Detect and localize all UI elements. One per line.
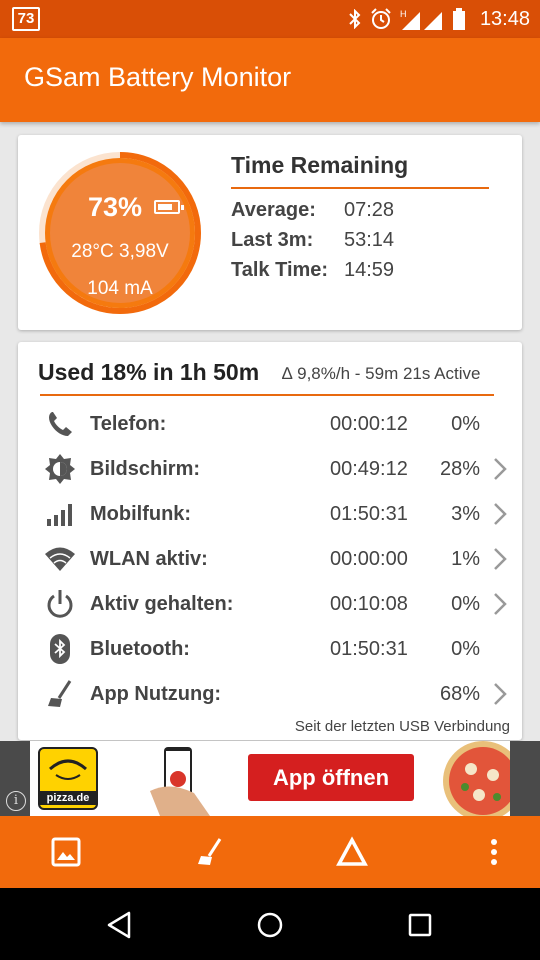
- usage-row-app-nutzung[interactable]: App Nutzung: 68%: [18, 674, 522, 714]
- ad-banner[interactable]: i pizza.de App öffnen: [0, 741, 540, 816]
- signal-icon: H: [400, 9, 442, 30]
- cell-signal-icon: [47, 504, 72, 526]
- usage-row-bildschirm[interactable]: Bildschirm: 00:49:12 28%: [18, 449, 522, 489]
- usage-rate: ∆ 9,8%/h - 59m 21s Active: [282, 364, 481, 383]
- image-icon[interactable]: [50, 836, 82, 868]
- ad-content[interactable]: pizza.de App öffnen: [30, 741, 510, 816]
- usage-card: Used 18% in 1h 50m ∆ 9,8%/h - 59m 21s Ac…: [18, 342, 522, 740]
- time-remaining-talk-time: Talk Time: 14:59: [231, 259, 395, 281]
- battery-icon: [452, 8, 465, 30]
- pizza-image: [443, 741, 510, 816]
- delta-icon[interactable]: [336, 836, 368, 868]
- app-bar: GSam Battery Monitor: [0, 38, 540, 122]
- divider: [231, 187, 489, 189]
- usage-footnote: Seit der letzten USB Verbindung: [294, 718, 510, 735]
- time-remaining-last3m: Last 3m: 53:14: [231, 229, 395, 251]
- system-nav-bar: [0, 888, 540, 960]
- ad-open-app-button[interactable]: App öffnen: [248, 754, 414, 801]
- status-bar: 73 H 13:48: [0, 0, 540, 38]
- broom-icon[interactable]: [193, 836, 225, 868]
- battery-percent: 73%: [88, 192, 143, 222]
- status-icons: H 13:48: [348, 0, 530, 38]
- alarm-icon: [371, 8, 391, 29]
- broom-icon: [48, 680, 72, 707]
- ad-info-icon[interactable]: i: [6, 791, 26, 811]
- battery-gauge[interactable]: 73% 28°C 3,98V 104 mA: [36, 149, 204, 317]
- chevron-right-icon: [494, 458, 507, 480]
- chevron-right-icon: [494, 683, 507, 705]
- svg-text:H: H: [400, 9, 407, 19]
- phone-with-pizza-image: [150, 747, 210, 816]
- home-icon[interactable]: [253, 908, 287, 942]
- chevron-right-icon: [494, 503, 507, 525]
- screen-brightness-icon: [45, 454, 75, 484]
- pizza-de-logo: pizza.de: [38, 747, 98, 810]
- chevron-right-icon: [494, 548, 507, 570]
- more-vert-icon[interactable]: [478, 836, 510, 868]
- status-time: 13:48: [479, 7, 530, 30]
- battery-summary-card[interactable]: 73% 28°C 3,98V 104 mA Time Remaining Ave…: [18, 135, 522, 330]
- wifi-icon: [45, 547, 75, 571]
- temperature-voltage: 28°C 3,98V: [71, 241, 169, 262]
- time-remaining-title: Time Remaining: [231, 152, 409, 178]
- phone-icon: [49, 412, 72, 436]
- battery-icon: [154, 200, 184, 214]
- usage-row-wlan[interactable]: WLAN aktiv: 00:00:00 1%: [18, 539, 522, 579]
- usage-title: Used 18% in 1h 50m: [38, 359, 260, 385]
- usage-row-mobilfunk[interactable]: Mobilfunk: 01:50:31 3%: [18, 494, 522, 534]
- back-icon[interactable]: [103, 908, 137, 942]
- time-remaining-average: Average: 07:28: [231, 199, 395, 221]
- usage-row-telefon[interactable]: Telefon: 00:00:12 0%: [18, 404, 522, 444]
- usage-row-aktiv-gehalten[interactable]: Aktiv gehalten: 00:10:08 0%: [18, 584, 522, 624]
- usage-row-bluetooth[interactable]: Bluetooth: 01:50:31 0%: [18, 629, 522, 669]
- bluetooth-icon: [50, 634, 70, 664]
- bottom-toolbar: [0, 816, 540, 888]
- app-title: GSam Battery Monitor: [24, 62, 292, 92]
- pizza-logo-icon: [49, 759, 87, 780]
- notification-badge-icon: 73: [12, 7, 40, 31]
- bluetooth-icon: [349, 9, 361, 29]
- chevron-right-icon: [494, 593, 507, 615]
- battery-current: 104 mA: [87, 278, 153, 299]
- recents-icon[interactable]: [403, 908, 437, 942]
- divider: [40, 394, 494, 396]
- power-icon: [47, 590, 73, 618]
